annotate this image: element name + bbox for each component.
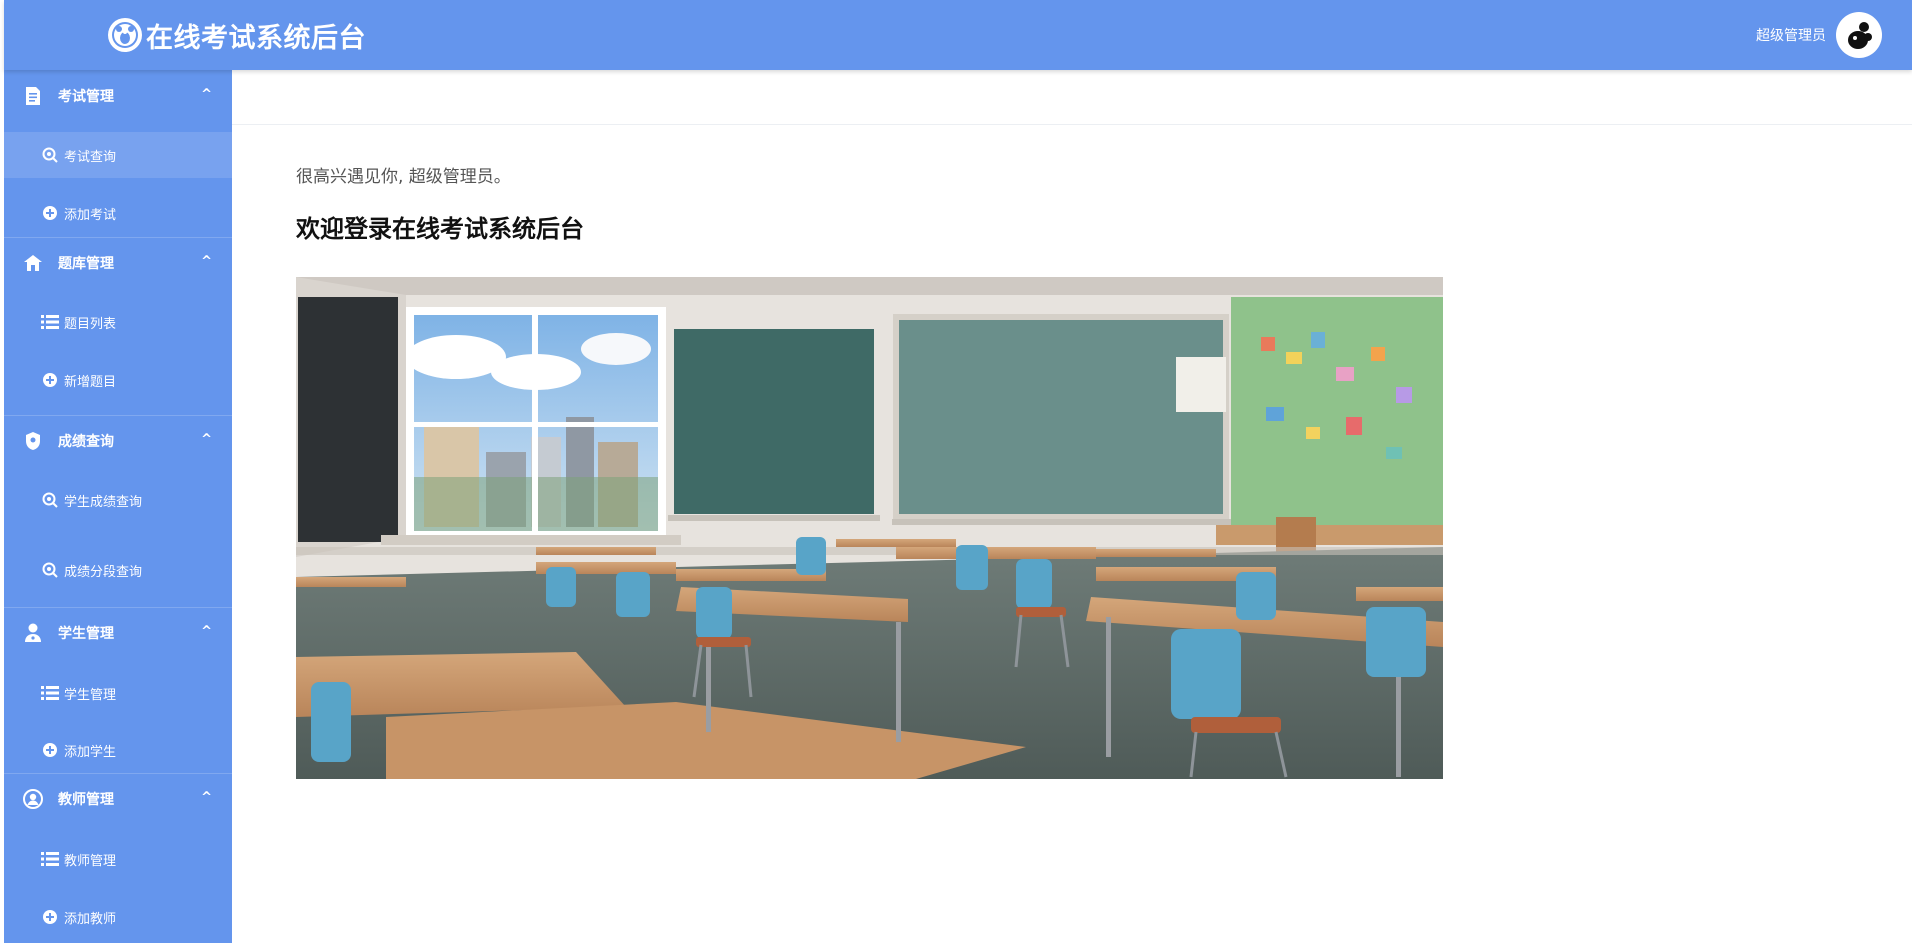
sidebar-item-score-range-query[interactable]: 成绩分段查询 (4, 547, 232, 593)
add-icon (41, 741, 59, 759)
sidebar-item-exam-query[interactable]: 考试查询 (4, 132, 232, 178)
menu-group-scores: 成绩查询 ^ (4, 415, 232, 467)
menu-group-header-question-bank[interactable]: 题库管理 ^ (4, 237, 232, 289)
shield-icon (22, 430, 44, 452)
chevron-up-icon: ^ (201, 254, 212, 269)
add-icon (41, 371, 59, 389)
sidebar-item-label: 学生成绩查询 (64, 494, 143, 510)
menu-group-header-scores[interactable]: 成绩查询 ^ (4, 415, 232, 467)
panda-logo-icon (108, 18, 142, 52)
menu-group-header-exam[interactable]: 考试管理 ^ (4, 70, 232, 122)
teacher-icon (22, 788, 44, 810)
top-header: 在线考试系统后台 超级管理员 (4, 0, 1912, 70)
sidebar-item-teacher-management[interactable]: 教师管理 (4, 836, 232, 882)
sidebar-item-student-management[interactable]: 学生管理 (4, 670, 232, 716)
brand[interactable]: 在线考试系统后台 (108, 15, 366, 55)
menu-group-question-bank: 题库管理 ^ (4, 237, 232, 289)
sidebar-item-add-question[interactable]: 新增题目 (4, 357, 232, 403)
sidebar-item-add-student[interactable]: 添加学生 (4, 727, 232, 773)
app-title: 在线考试系统后台 (146, 22, 366, 54)
add-icon (41, 908, 59, 926)
welcome-heading: 欢迎登录在线考试系统后台 (296, 215, 584, 243)
list-icon (41, 850, 59, 868)
menu-group-header-students[interactable]: 学生管理 ^ (4, 607, 232, 659)
sidebar-item-label: 学生管理 (64, 687, 117, 703)
sidebar-item-label: 成绩分段查询 (64, 564, 143, 580)
sidebar-item-label: 添加教师 (64, 911, 117, 927)
greeting-text: 很高兴遇见你, 超级管理员。 (296, 167, 511, 187)
sidebar-item-label: 题目列表 (64, 316, 117, 332)
sidebar-item-label: 添加学生 (64, 744, 117, 760)
add-icon (41, 204, 59, 222)
classroom-illustration (296, 277, 1443, 779)
menu-group-exam: 考试管理 ^ (4, 70, 232, 122)
sidebar: 考试管理 ^ 考试查询 添加考试 题库管理 ^ 题目列表 新增题目 成绩查询 ^… (4, 70, 232, 943)
content-top-divider (232, 124, 1912, 125)
sidebar-item-label: 考试查询 (64, 149, 117, 165)
sidebar-item-label: 教师管理 (64, 853, 117, 869)
user-menu[interactable]: 超级管理员 (1756, 12, 1882, 58)
menu-group-label: 题库管理 (58, 256, 114, 272)
sidebar-item-student-score-query[interactable]: 学生成绩查询 (4, 477, 232, 523)
home-icon (22, 252, 44, 274)
sidebar-item-label: 新增题目 (64, 374, 117, 390)
sidebar-item-add-teacher[interactable]: 添加教师 (4, 894, 232, 940)
list-icon (41, 684, 59, 702)
search-icon (41, 491, 59, 509)
menu-group-teachers: 教师管理 ^ (4, 773, 232, 825)
search-icon (41, 146, 59, 164)
chevron-up-icon: ^ (201, 624, 212, 639)
menu-group-header-teachers[interactable]: 教师管理 ^ (4, 773, 232, 825)
chevron-up-icon: ^ (201, 432, 212, 447)
chevron-up-icon: ^ (201, 87, 212, 102)
menu-group-label: 考试管理 (58, 89, 114, 105)
sidebar-item-question-list[interactable]: 题目列表 (4, 299, 232, 345)
document-icon (22, 85, 44, 107)
sidebar-item-add-exam[interactable]: 添加考试 (4, 190, 232, 236)
user-name: 超级管理员 (1756, 28, 1826, 44)
list-icon (41, 313, 59, 331)
chevron-up-icon: ^ (201, 790, 212, 805)
panda-avatar-icon[interactable] (1836, 12, 1882, 58)
menu-group-label: 学生管理 (58, 626, 114, 642)
menu-group-label: 成绩查询 (58, 434, 114, 450)
menu-group-students: 学生管理 ^ (4, 607, 232, 659)
sidebar-item-label: 添加考试 (64, 207, 117, 223)
menu-group-label: 教师管理 (58, 792, 114, 808)
search-icon (41, 561, 59, 579)
user-icon (22, 622, 44, 644)
